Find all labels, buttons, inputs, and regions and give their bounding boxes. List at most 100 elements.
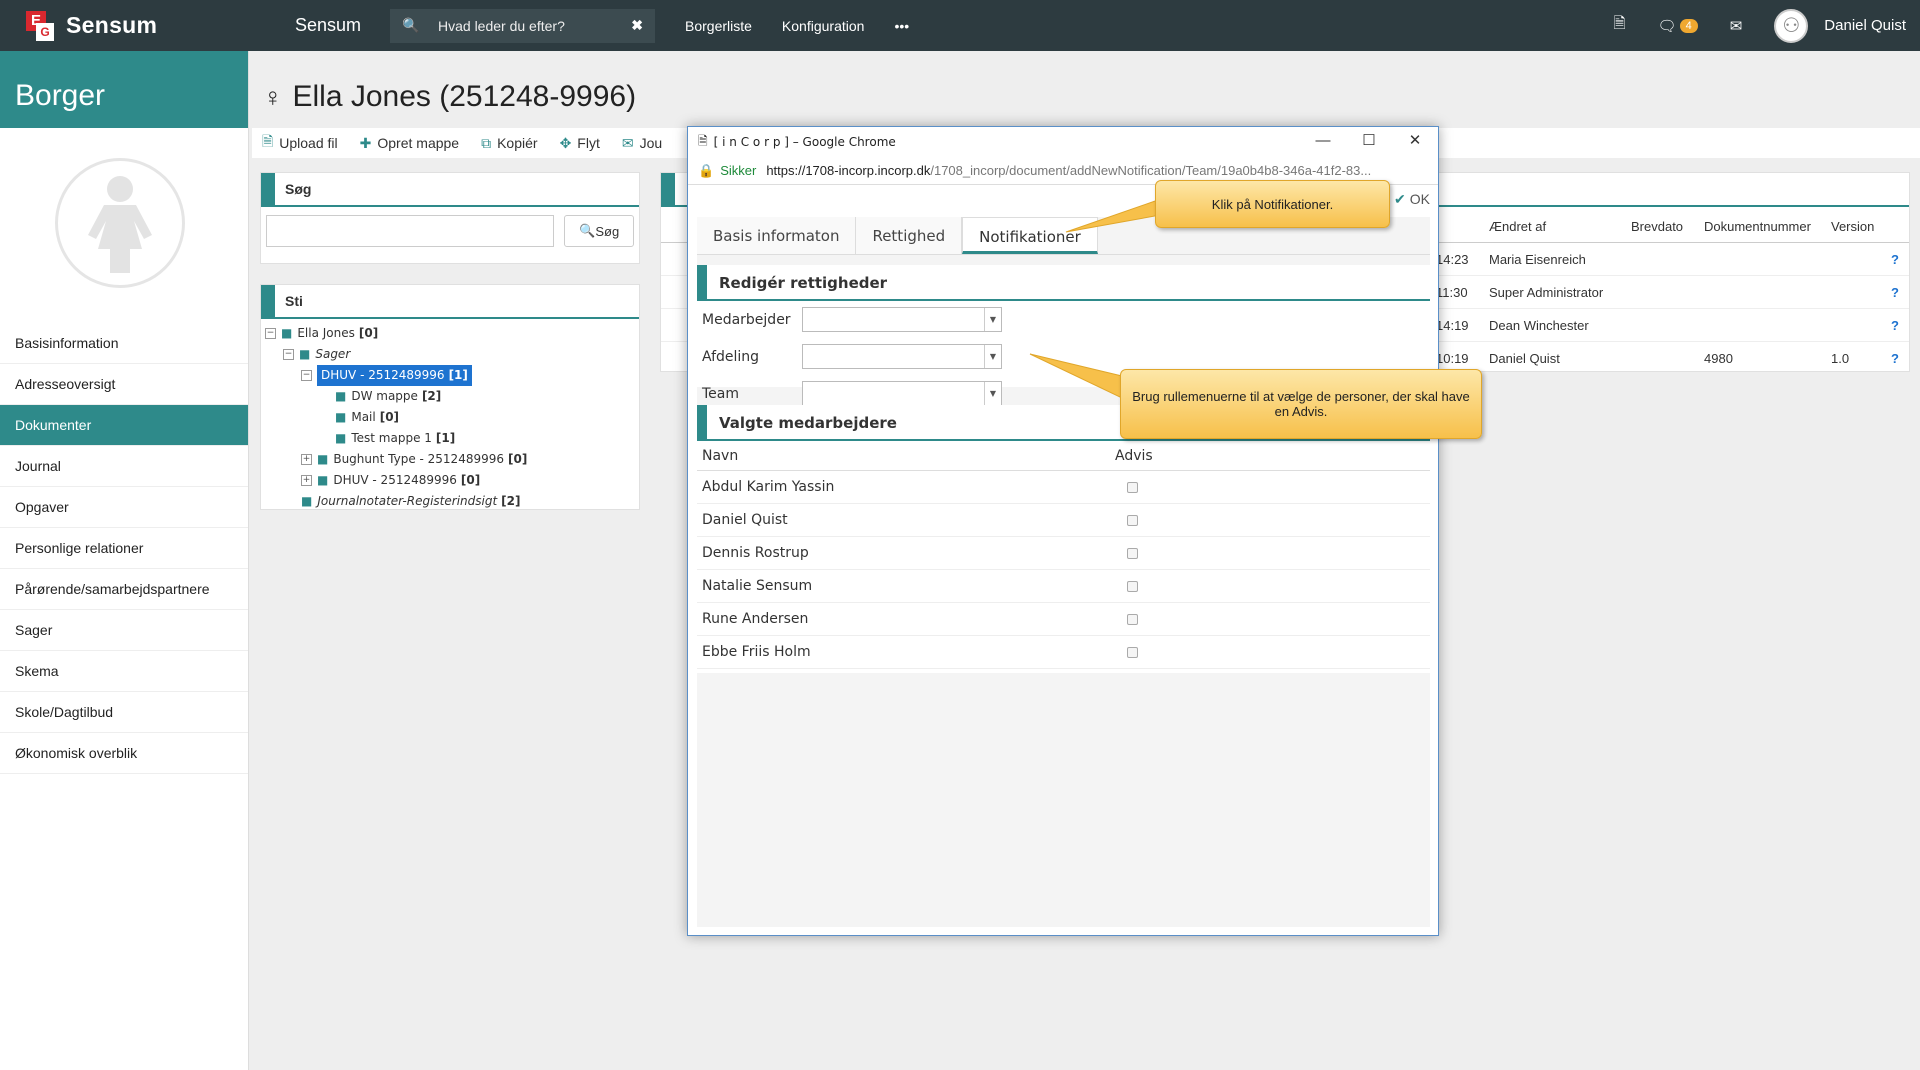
tree-node-root[interactable]: − ■ Ella Jones [0] <box>265 323 635 344</box>
col-name: Navn <box>702 448 739 464</box>
journal-button[interactable]: ✉ Jou <box>622 135 662 152</box>
employee-name: Dennis Rostrup <box>702 545 809 561</box>
copy-icon: ⧉ <box>481 134 492 151</box>
search-panel: Søg 🔍 Søg <box>260 172 640 264</box>
document-search-input[interactable] <box>266 215 555 247</box>
global-search[interactable]: 🔍 Hvad leder du efter? ✖ <box>390 8 655 43</box>
help-icon[interactable]: ? <box>1891 252 1899 267</box>
search-panel-title: Søg <box>261 173 639 207</box>
sidebar-item-opgaver[interactable]: Opgaver <box>0 487 248 528</box>
sidebar-item-adresseoversigt[interactable]: Adresseoversigt <box>0 364 248 405</box>
create-folder-button[interactable]: ✚ Opret mappe <box>360 135 459 152</box>
advis-checkbox[interactable] <box>1127 515 1138 526</box>
tree-node-count: [0] <box>508 452 528 466</box>
sidebar-item-basisinformation[interactable]: Basisinformation <box>0 323 248 364</box>
close-icon[interactable]: ✕ <box>1392 127 1438 157</box>
user-menu[interactable]: ⚇ Daniel Quist <box>1774 8 1906 43</box>
help-icon[interactable]: ? <box>1891 285 1899 300</box>
folder-icon: ■ <box>317 473 329 487</box>
expand-toggle[interactable]: + <box>301 475 312 486</box>
sidebar-item-journal[interactable]: Journal <box>0 446 248 487</box>
advis-checkbox[interactable] <box>1127 581 1138 592</box>
popup-window-title: [ i n C o r p ] – Google Chrome <box>713 135 896 149</box>
global-search-input[interactable]: Hvad leder du efter? <box>428 18 631 34</box>
tree-node-journalnotater[interactable]: ■ Journalnotater-Registerindsigt [2] <box>265 491 635 512</box>
tab-notifikationer[interactable]: Notifikationer <box>962 217 1098 254</box>
tree-node-dw-mappe[interactable]: ■ DW mappe [2] <box>265 386 635 407</box>
mail-icon[interactable]: ✉ <box>1730 17 1743 35</box>
advis-checkbox[interactable] <box>1127 647 1138 658</box>
medarbejder-select[interactable]: ▼ <box>802 307 1002 332</box>
col-doc-number[interactable]: Dokumentnummer <box>1704 219 1811 234</box>
row-changed-by: Maria Eisenreich <box>1489 252 1586 267</box>
expand-toggle[interactable]: + <box>301 454 312 465</box>
col-version[interactable]: Version <box>1831 219 1874 234</box>
tree-node-bughunt[interactable]: + ■ Bughunt Type - 2512489996 [0] <box>265 449 635 470</box>
secure-label: Sikker <box>720 163 757 178</box>
advis-checkbox[interactable] <box>1127 548 1138 559</box>
row-time: 10:19 <box>1436 351 1469 366</box>
col-changed-by[interactable]: Ændret af <box>1489 219 1546 234</box>
sidebar-item-skema[interactable]: Skema <box>0 651 248 692</box>
advis-checkbox[interactable] <box>1127 614 1138 625</box>
search-icon: 🔍 <box>579 223 596 238</box>
copy-button[interactable]: ⧉ Kopiér <box>481 135 537 152</box>
collapse-toggle[interactable]: − <box>265 328 276 339</box>
path-panel-title: Sti <box>261 285 639 319</box>
tab-rettighed[interactable]: Rettighed <box>856 217 963 254</box>
sidebar-item-paarorende[interactable]: Pårørende/samarbejdspartnere <box>0 569 248 610</box>
afdeling-label: Afdeling <box>702 348 760 365</box>
row-time: 14:23 <box>1436 252 1469 267</box>
row-changed-by: Super Administrator <box>1489 285 1604 300</box>
journal-label: Jou <box>639 135 663 151</box>
rights-section-title: Redigér rettigheder <box>697 265 1430 301</box>
team-select[interactable]: ▼ <box>802 381 1002 406</box>
advis-checkbox[interactable] <box>1127 482 1138 493</box>
help-icon[interactable]: ? <box>1891 318 1899 333</box>
sidebar: Borger Basisinformation Adresseoversigt … <box>0 51 249 1070</box>
upload-file-button[interactable]: 🗎 Upload fil <box>262 131 338 155</box>
collapse-toggle[interactable]: − <box>301 370 312 381</box>
tree-node-label: DHUV - 2512489996 <box>321 368 445 382</box>
search-button-label: Søg <box>595 223 620 239</box>
tree-node-sager[interactable]: − ■ Sager <box>265 344 635 365</box>
collapse-toggle[interactable]: − <box>283 349 294 360</box>
nav-borgerliste[interactable]: Borgerliste <box>685 18 752 34</box>
move-button[interactable]: ✥ Flyt <box>560 135 600 152</box>
search-button[interactable]: 🔍 Søg <box>564 215 634 247</box>
url-path: /1708_incorp/document/addNewNotification… <box>930 163 1372 178</box>
clear-search-icon[interactable]: ✖ <box>631 17 643 34</box>
sidebar-item-dokumenter[interactable]: Dokumenter <box>0 405 248 446</box>
nav-more-icon[interactable]: ••• <box>894 18 909 34</box>
nav-konfiguration[interactable]: Konfiguration <box>782 18 865 34</box>
sidebar-item-skole-dagtilbud[interactable]: Skole/Dagtilbud <box>0 692 248 733</box>
minimize-icon[interactable]: — <box>1300 127 1346 157</box>
sidebar-item-sager[interactable]: Sager <box>0 610 248 651</box>
tree-node-mail[interactable]: ■ Mail [0] <box>265 407 635 428</box>
afdeling-select[interactable]: ▼ <box>802 344 1002 369</box>
tree-node-test-mappe[interactable]: ■ Test mappe 1 [1] <box>265 428 635 449</box>
folder-icon: ■ <box>301 494 313 508</box>
help-icon[interactable]: ? <box>1891 351 1899 366</box>
maximize-icon[interactable]: ☐ <box>1346 127 1392 157</box>
user-avatar: ⚇ <box>1774 8 1809 43</box>
person-female-icon <box>88 176 152 273</box>
sidebar-item-okonomisk-overblik[interactable]: Økonomisk overblik <box>0 733 248 774</box>
tree-node-dhuv-selected[interactable]: − DHUV - 2512489996 [1] <box>265 365 635 386</box>
folder-icon: ■ <box>335 389 347 403</box>
logo[interactable]: EG Sensum <box>0 10 250 41</box>
list-item: Rune Andersen <box>697 603 1430 636</box>
search-icon: 🔍 <box>402 17 420 33</box>
col-letter-date[interactable]: Brevdato <box>1631 219 1683 234</box>
notification-badge: 4 <box>1679 18 1698 33</box>
chevron-down-icon: ▼ <box>984 382 1001 405</box>
list-item: Daniel Quist <box>697 504 1430 537</box>
document-icon[interactable]: 🗎 <box>1613 13 1625 38</box>
messages-button[interactable]: 🗨 4 <box>1658 17 1698 35</box>
tree-node-count: [2] <box>501 494 521 508</box>
tree-node-dhuv[interactable]: + ■ DHUV - 2512489996 [0] <box>265 470 635 491</box>
tree-node-selected[interactable]: DHUV - 2512489996 [1] <box>317 365 472 386</box>
tab-basis-informaton[interactable]: Basis informaton <box>697 217 857 254</box>
sidebar-item-personlige-relationer[interactable]: Personlige relationer <box>0 528 248 569</box>
ok-button[interactable]: ✔ OK <box>1394 191 1430 208</box>
